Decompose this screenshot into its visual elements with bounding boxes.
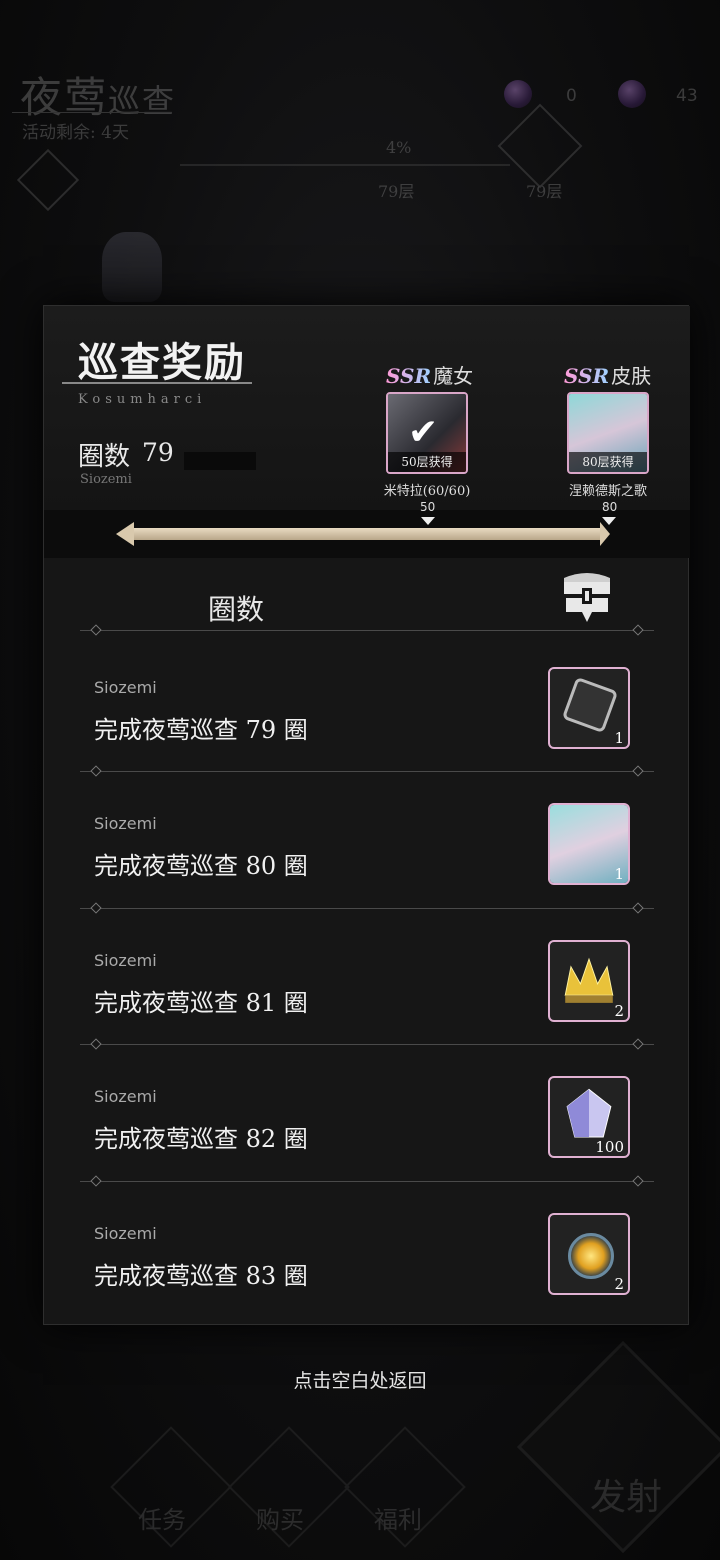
row-5-text: 完成夜莺巡查 83 圈 — [94, 1262, 308, 1290]
row-4-qty: 100 — [595, 1138, 624, 1156]
claimed-check-icon: ✔ — [408, 412, 439, 453]
featured-reward-witch[interactable]: ✔ 50层获得 — [386, 392, 468, 474]
row-1-text: 完成夜莺巡查 79 圈 — [94, 716, 308, 744]
divider — [80, 765, 654, 777]
divider — [80, 624, 654, 636]
progress-track-bar — [128, 528, 604, 540]
title-underline — [62, 382, 252, 384]
arrow-left-icon — [116, 522, 134, 546]
row-3-subtitle: Siozemi — [94, 951, 157, 970]
event-title: 夜莺巡查 — [20, 73, 177, 122]
nav-tasks-label: 任务 — [138, 1506, 186, 1534]
row-2-text: 完成夜莺巡查 80 圈 — [94, 852, 308, 880]
featured-1-name: 米特拉(60/60) — [383, 484, 471, 499]
currency-1-value: 0 — [566, 86, 577, 106]
row-4-text: 完成夜莺巡查 82 圈 — [94, 1125, 308, 1153]
marker-80: 80 — [602, 500, 618, 514]
row-5-subtitle: Siozemi — [94, 1224, 157, 1243]
currency-2-value: 43 — [676, 86, 698, 106]
skin-portrait-icon[interactable]: 1 — [548, 803, 630, 885]
purple-orb-icon[interactable] — [504, 80, 532, 108]
divider — [80, 902, 654, 914]
marker-50-pointer — [421, 517, 435, 525]
row-3-text: 完成夜莺巡查 81 圈 — [94, 989, 308, 1017]
row-5-qty: 2 — [614, 1275, 624, 1293]
nav-shop-label: 购买 — [256, 1506, 304, 1534]
count-label: 圈数 — [78, 442, 131, 472]
featured-2-rarity: SSR 皮肤 — [564, 364, 652, 388]
count-bar — [184, 452, 256, 470]
event-progress-bar — [180, 164, 510, 166]
divider — [80, 1175, 654, 1187]
row-2-subtitle: Siozemi — [94, 814, 157, 833]
level-current: 79层 — [378, 182, 415, 201]
level-target: 79层 — [526, 182, 563, 201]
featured-2-name: 涅赖德斯之歌 — [568, 484, 647, 499]
treasure-chest-icon — [564, 573, 610, 622]
progress-percent: 4% — [386, 138, 412, 157]
featured-reward-skin[interactable]: 80层获得 — [567, 392, 649, 474]
row-1-qty: 1 — [614, 729, 624, 747]
nav-welfare-label: 福利 — [374, 1506, 422, 1534]
dice-icon[interactable]: 1 — [548, 667, 630, 749]
featured-2-tag: 80层获得 — [569, 452, 647, 472]
count-subtitle: Siozemi — [80, 472, 132, 487]
count-value: 79 — [142, 438, 174, 467]
row-3-qty: 2 — [614, 1002, 624, 1020]
blue-orb-icon[interactable] — [618, 80, 646, 108]
golden-orb-icon[interactable]: 2 — [548, 1213, 630, 1295]
featured-1-rarity: SSR 魔女 — [386, 364, 474, 388]
row-2-qty: 1 — [614, 865, 624, 883]
panel-subtitle: Kosumharci — [78, 392, 207, 407]
tap-to-return-hint[interactable]: 点击空白处返回 — [0, 1366, 720, 1393]
marker-50: 50 — [420, 500, 436, 514]
row-1-subtitle: Siozemi — [94, 678, 157, 697]
column-header: 圈数 — [208, 593, 265, 626]
divider — [80, 1038, 654, 1050]
marker-80-pointer — [602, 517, 616, 525]
panel-title: 巡查奖励 — [78, 339, 246, 386]
crystal-icon[interactable]: 100 — [548, 1076, 630, 1158]
fire-label: 发射 — [590, 1477, 663, 1518]
character-avatar — [102, 232, 162, 302]
arrow-right-icon — [600, 522, 610, 546]
remaining-time: 活动剩余: 4天 — [22, 123, 129, 143]
row-4-subtitle: Siozemi — [94, 1087, 157, 1106]
crown-icon[interactable]: 2 — [548, 940, 630, 1022]
reward-panel: 巡查奖励 Kosumharci 圈数 79 Siozemi SSR 魔女 ✔ 50… — [43, 305, 690, 1325]
featured-1-tag: 50层获得 — [388, 452, 466, 472]
title-underline — [12, 112, 172, 113]
